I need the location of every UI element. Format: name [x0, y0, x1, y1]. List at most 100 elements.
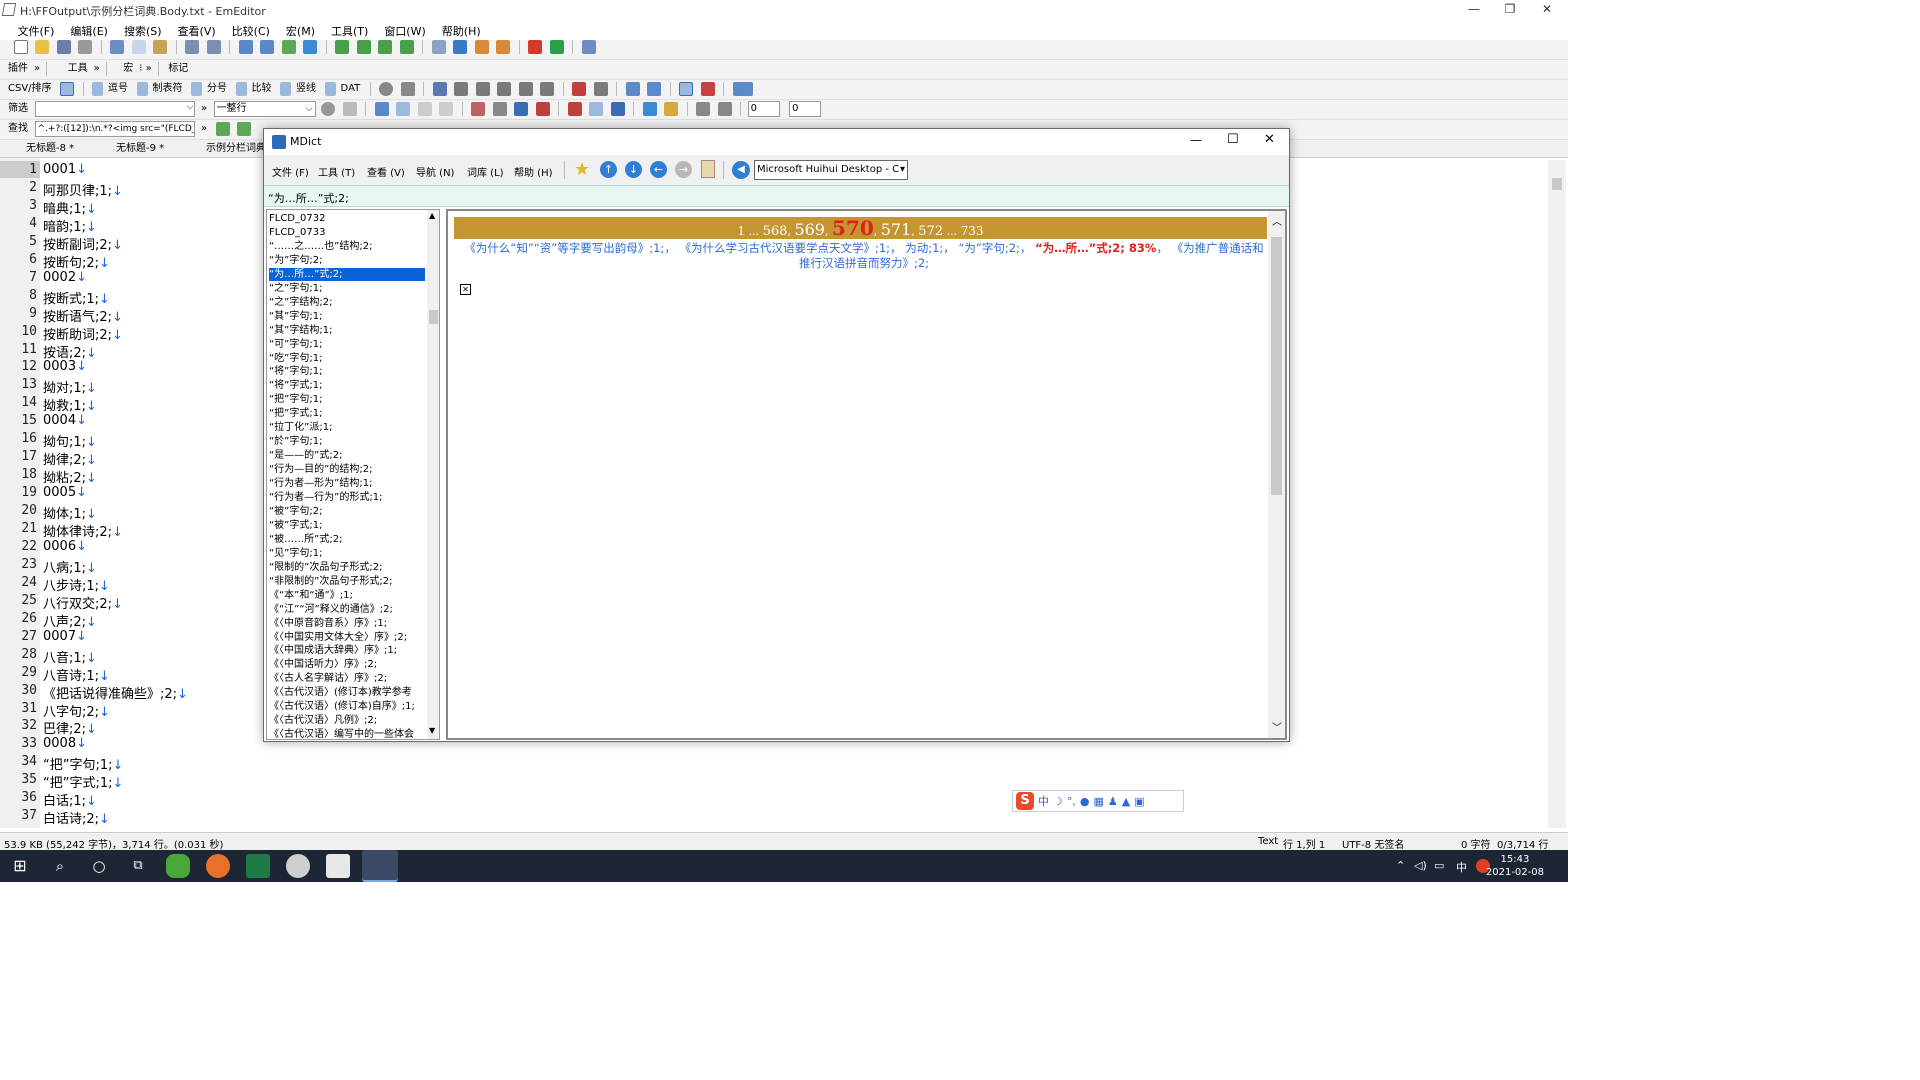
- list-item[interactable]: 《“本”和“通”》;1;: [269, 589, 425, 602]
- list-item[interactable]: 《〈古代汉语〉(修订本)自序》;1;: [269, 700, 425, 713]
- search-icon[interactable]: ⌕: [48, 854, 72, 878]
- mdict-maximize-button[interactable]: ☐: [1227, 132, 1239, 147]
- content-scrollbar[interactable]: ︿ ﹀: [1268, 211, 1285, 738]
- macro-toolbar-label[interactable]: 宏: [113, 60, 136, 78]
- sort-num-icon[interactable]: [497, 82, 512, 96]
- text-line[interactable]: 拗救;1;↓: [43, 395, 97, 414]
- ime-chinese-icon[interactable]: 中: [1038, 793, 1049, 809]
- page-572-link[interactable]: 572: [918, 224, 943, 239]
- doc-icon[interactable]: [431, 40, 446, 54]
- nav-back-icon[interactable]: ←: [650, 161, 667, 178]
- after-lines-select[interactable]: 0: [789, 101, 822, 117]
- list-item[interactable]: “行为者—形为”结构;1;: [269, 477, 425, 490]
- list-item[interactable]: “……之……也”结构;2;: [269, 240, 425, 253]
- nav-up-icon[interactable]: ↑: [600, 161, 617, 178]
- task-view-icon[interactable]: ⧉: [126, 854, 150, 878]
- text-line[interactable]: 阿那贝律;1;↓: [43, 180, 123, 199]
- csv-sort-label[interactable]: CSV/排序: [0, 80, 55, 98]
- clock[interactable]: 15:43 2021-02-08: [1486, 853, 1544, 879]
- export-icon[interactable]: [717, 102, 732, 116]
- list-item[interactable]: FLCD_0732: [269, 212, 425, 225]
- find-next-icon[interactable]: [215, 122, 230, 136]
- toolbox-icon[interactable]: ▣: [1134, 795, 1144, 808]
- sort-len-icon[interactable]: [518, 82, 533, 96]
- text-line[interactable]: 按断句;2;↓: [43, 252, 110, 271]
- case-icon[interactable]: [471, 102, 486, 116]
- text-line[interactable]: 暗韵;1;↓: [43, 216, 97, 235]
- excel-icon[interactable]: [246, 854, 270, 878]
- page-first-link[interactable]: 1: [737, 224, 745, 238]
- numbering-icon[interactable]: [700, 82, 715, 96]
- tab-sample-dict[interactable]: 示例分栏词典: [186, 141, 266, 157]
- entry-link[interactable]: “为”字句;2;: [958, 241, 1019, 255]
- list-item[interactable]: “见”字句;1;: [269, 547, 425, 560]
- text-line[interactable]: 《把话说得准确些》;2;↓: [43, 683, 188, 702]
- selected-list-item[interactable]: “为…所…”式;2;: [269, 267, 425, 281]
- plugins-toolbar-label[interactable]: 插件: [0, 60, 31, 78]
- text-line[interactable]: 拗体;1;↓: [43, 503, 97, 522]
- text-line[interactable]: 0003↓: [43, 359, 87, 374]
- mdict-word-list[interactable]: FLCD_0732 FLCD_0733 “……之……也”结构;2; “为”字句;2; “…: [266, 209, 440, 740]
- filter-icon[interactable]: [303, 40, 317, 54]
- text-line[interactable]: 八字句;2;↓: [43, 701, 110, 720]
- list-item[interactable]: “之”字句;1;: [269, 282, 425, 295]
- list-item[interactable]: “被”字式;1;: [269, 519, 425, 532]
- list-item[interactable]: “是——的”式;2;: [269, 449, 425, 462]
- entry-link[interactable]: 为动;1;: [905, 241, 943, 255]
- list-item[interactable]: “被……所”式;2;: [269, 533, 425, 546]
- list-item[interactable]: “行为者—行为”的形式;1;: [269, 491, 425, 504]
- open-file-icon[interactable]: [35, 40, 49, 54]
- text-line[interactable]: 按断式;1;↓: [43, 288, 110, 307]
- mdict-menu-help[interactable]: 帮助 (H): [514, 164, 553, 179]
- word-list-scrollbar[interactable]: ▲ ▼: [427, 210, 439, 739]
- text-line[interactable]: 0001↓: [43, 162, 87, 177]
- menu-file[interactable]: 文件(F): [10, 20, 63, 39]
- record-macro-icon[interactable]: [528, 40, 542, 54]
- text-line[interactable]: “把”字式;1;↓: [43, 772, 123, 791]
- sort-icon[interactable]: [540, 82, 555, 96]
- list-item[interactable]: “将”字式;1;: [269, 379, 425, 392]
- list-item[interactable]: “於”字句;1;: [269, 435, 425, 448]
- list-item[interactable]: “把”字式;1;: [269, 407, 425, 420]
- paste-icon[interactable]: [153, 40, 167, 54]
- mark-toolbar-label[interactable]: 标记: [165, 60, 191, 78]
- list-item[interactable]: “可”字句;1;: [269, 338, 425, 351]
- text-line[interactable]: 八病;1;↓: [43, 557, 97, 576]
- text-line[interactable]: 拗体律诗;2;↓: [43, 521, 123, 540]
- split-icon[interactable]: [625, 82, 640, 96]
- merge-icon[interactable]: [647, 82, 662, 96]
- list-item[interactable]: “非限制的”次品句子形式;2;: [269, 575, 425, 588]
- mic-icon[interactable]: ●: [1080, 795, 1090, 808]
- speak-icon[interactable]: ◀: [732, 161, 750, 179]
- list-item[interactable]: “拉丁化”派;1;: [269, 421, 425, 434]
- sort-desc-icon[interactable]: [475, 82, 490, 96]
- mdict-menu-view[interactable]: 查看 (V): [367, 164, 405, 179]
- negate-icon[interactable]: [535, 102, 550, 116]
- text-line[interactable]: 0006↓: [43, 539, 87, 554]
- new-file-icon[interactable]: [13, 40, 28, 54]
- mdict-menu-navigate[interactable]: 导航 (N): [416, 164, 454, 179]
- view-icon-4[interactable]: [399, 40, 414, 54]
- list-item[interactable]: 《〈古代汉语〉编写中的一些体会: [269, 728, 425, 739]
- list-item[interactable]: “行为—目的”的结构;2;: [269, 463, 425, 476]
- text-line[interactable]: 白话诗;2;↓: [43, 808, 110, 827]
- mdict-menu-tools[interactable]: 工具 (T): [318, 164, 355, 179]
- page-571-link[interactable]: 571: [881, 220, 912, 239]
- page-569-link[interactable]: 569: [794, 220, 825, 239]
- run-macro-icon[interactable]: [549, 40, 564, 54]
- list-item[interactable]: 《〈中国成语大辞典〉序》;1;: [269, 644, 425, 657]
- text-line[interactable]: 0002↓: [43, 270, 87, 285]
- firefox-icon[interactable]: [206, 854, 230, 878]
- bracket-icon[interactable]: [439, 102, 454, 116]
- list-item[interactable]: “将”字句;1;: [269, 365, 425, 378]
- word-icon[interactable]: [492, 102, 507, 116]
- page-last-link[interactable]: 733: [961, 224, 984, 238]
- web-icon[interactable]: [453, 40, 467, 54]
- keyboard-icon[interactable]: ▦: [1093, 795, 1103, 808]
- text-line[interactable]: 拗粘;2;↓: [43, 467, 97, 486]
- line-number-icon[interactable]: [679, 82, 694, 96]
- text-line[interactable]: 八步诗;1;↓: [43, 575, 110, 594]
- menu-search[interactable]: 搜索(S): [116, 20, 170, 39]
- skin-icon[interactable]: ▲: [1122, 795, 1130, 808]
- find-next-icon[interactable]: [260, 40, 274, 54]
